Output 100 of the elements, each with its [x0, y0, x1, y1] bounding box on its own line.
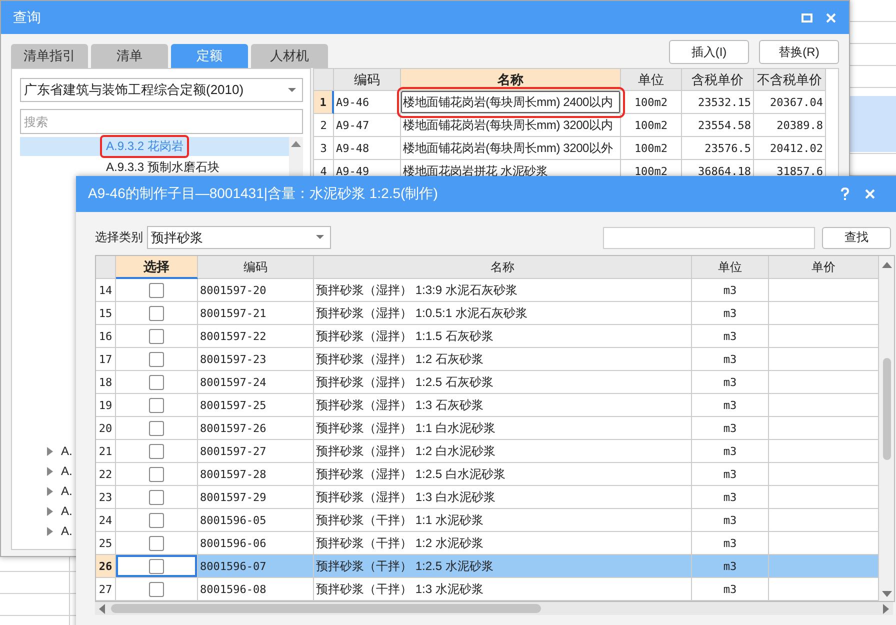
scroll-up-icon[interactable] — [291, 141, 301, 147]
table-cell: 楼地面铺花岗岩(每块周长mm) 3200以外 — [401, 137, 621, 160]
expander-icon[interactable] — [47, 466, 53, 476]
table-cell: 8001597-23 — [198, 348, 314, 371]
expander-icon[interactable] — [47, 526, 53, 536]
category-dropdown[interactable]: 预拌砂浆 — [147, 226, 331, 249]
scroll-thumb[interactable] — [882, 358, 890, 460]
table-cell: 8001597-28 — [198, 463, 314, 486]
checkbox[interactable] — [149, 536, 164, 550]
table-cell: 预拌砂浆（干拌） 1:1 水泥砂浆 — [314, 509, 692, 532]
table-cell: 预拌砂浆（湿拌） 1:3:9 水泥石灰砂浆 — [314, 279, 692, 302]
close-icon[interactable] — [825, 12, 837, 24]
row-number: 22 — [96, 463, 116, 486]
caret-icon — [288, 88, 296, 92]
restore-icon[interactable] — [801, 12, 813, 24]
table-cell: 20412.02 — [754, 137, 826, 160]
table-cell: 8001597-21 — [198, 302, 314, 325]
checkbox[interactable] — [149, 398, 164, 412]
table-cell: 预拌砂浆（湿拌） 1:2.5 石灰砂浆 — [314, 371, 692, 394]
checkbox[interactable] — [149, 282, 164, 298]
scrollbar[interactable] — [879, 256, 894, 601]
tab[interactable]: 清单指引 — [11, 44, 88, 68]
row-number: 16 — [96, 325, 116, 348]
table-cell: 预拌砂浆（干拌） 1:2.5 水泥砂浆 — [314, 555, 692, 578]
table-cell: 预拌砂浆（湿拌） 1:2.5 白水泥砂浆 — [314, 463, 692, 486]
table-cell: A9-47 — [334, 114, 401, 137]
table-cell: 8001596-07 — [198, 555, 314, 578]
search-field[interactable] — [603, 226, 815, 248]
close-icon[interactable] — [864, 188, 876, 200]
tab[interactable]: 人材机 — [251, 44, 328, 68]
tree-item[interactable]: A. — [61, 504, 72, 518]
scrollbar[interactable] — [95, 602, 893, 615]
table-cell: m3 — [692, 578, 769, 601]
row-number: 21 — [96, 440, 116, 463]
checkbox[interactable] — [149, 306, 164, 320]
scroll-right-icon[interactable] — [883, 604, 889, 614]
table-cell: m3 — [692, 417, 769, 440]
table-cell: 23554.58 — [682, 114, 754, 137]
action-button[interactable]: 替换(R) — [759, 40, 839, 64]
table-cell: m3 — [692, 348, 769, 371]
table-cell: A9-46 — [334, 91, 401, 114]
tab[interactable]: 清单 — [91, 44, 168, 68]
row-number: 19 — [96, 394, 116, 417]
scroll-thumb[interactable] — [111, 604, 541, 613]
checkbox[interactable] — [149, 352, 164, 366]
checkbox[interactable] — [149, 466, 164, 482]
checkbox[interactable] — [149, 374, 164, 390]
scroll-left-icon[interactable] — [99, 604, 105, 614]
checkbox[interactable] — [149, 490, 164, 504]
table-cell: 预拌砂浆（湿拌） 1:1.5 石灰砂浆 — [314, 325, 692, 348]
table-cell: 23576.5 — [682, 137, 754, 160]
table-cell: 预拌砂浆（湿拌） 1:2 石灰砂浆 — [314, 348, 692, 371]
tree-item[interactable]: A. — [61, 464, 72, 478]
table-cell: 预拌砂浆（湿拌） 1:1 白水泥砂浆 — [314, 417, 692, 440]
table-cell: 预拌砂浆（湿拌） 1:0.5:1 水泥石灰砂浆 — [314, 302, 692, 325]
table-cell: 预拌砂浆（湿拌） 1:3 石灰砂浆 — [314, 394, 692, 417]
table-cell: 8001596-05 — [198, 509, 314, 532]
expander-icon[interactable] — [47, 506, 53, 516]
expander-icon[interactable] — [47, 446, 53, 456]
column-header: 编码 — [198, 256, 314, 279]
checkbox[interactable] — [149, 512, 164, 528]
expander-icon[interactable] — [47, 486, 53, 496]
row-number: 2 — [314, 114, 334, 137]
table-cell: 20367.04 — [754, 91, 826, 114]
tree-item[interactable]: A.9.3.3 预制水磨石块 — [20, 158, 289, 177]
column-header: 名称 — [401, 69, 621, 91]
row-number: 14 — [96, 279, 116, 302]
table-cell: 预拌砂浆（干拌） 1:3 水泥砂浆 — [314, 578, 692, 601]
row-number: 3 — [314, 137, 334, 160]
table-cell: 预拌砂浆（湿拌） 1:2 白水泥砂浆 — [314, 440, 692, 463]
help-icon[interactable] — [840, 187, 850, 201]
table-cell: 8001597-29 — [198, 486, 314, 509]
category-label: 选择类别 — [95, 229, 143, 246]
column-header: 不含税单价 — [754, 69, 826, 91]
table-cell: 8001597-24 — [198, 371, 314, 394]
quota-dropdown[interactable]: 广东省建筑与装饰工程综合定额(2010) — [20, 78, 303, 102]
table-cell: A9-48 — [334, 137, 401, 160]
table-cell: m3 — [692, 279, 769, 302]
action-button[interactable]: 插入(I) — [669, 40, 749, 64]
row-number: 27 — [96, 578, 116, 601]
checkbox[interactable] — [149, 328, 164, 344]
row-number: 1 — [314, 91, 334, 114]
table-cell: m3 — [692, 325, 769, 348]
checkbox[interactable] — [149, 558, 164, 574]
checkbox[interactable] — [149, 444, 164, 458]
table-cell: m3 — [692, 509, 769, 532]
checkbox[interactable] — [149, 582, 164, 596]
table-cell: m3 — [692, 371, 769, 394]
row-number: 17 — [96, 348, 116, 371]
tree-item[interactable]: A. — [61, 484, 72, 498]
checkbox[interactable] — [149, 420, 164, 436]
table-cell: 8001597-20 — [198, 279, 314, 302]
tree-item[interactable]: A. — [61, 444, 72, 458]
scroll-up-icon[interactable] — [882, 262, 892, 268]
window-title: 查询 — [13, 8, 41, 26]
table-cell: 8001597-27 — [198, 440, 314, 463]
scroll-down-icon[interactable] — [882, 591, 892, 597]
tree-item[interactable]: A. — [61, 524, 72, 538]
find-button[interactable]: 查找 — [822, 226, 891, 248]
search-field[interactable]: 搜索 — [20, 109, 303, 134]
